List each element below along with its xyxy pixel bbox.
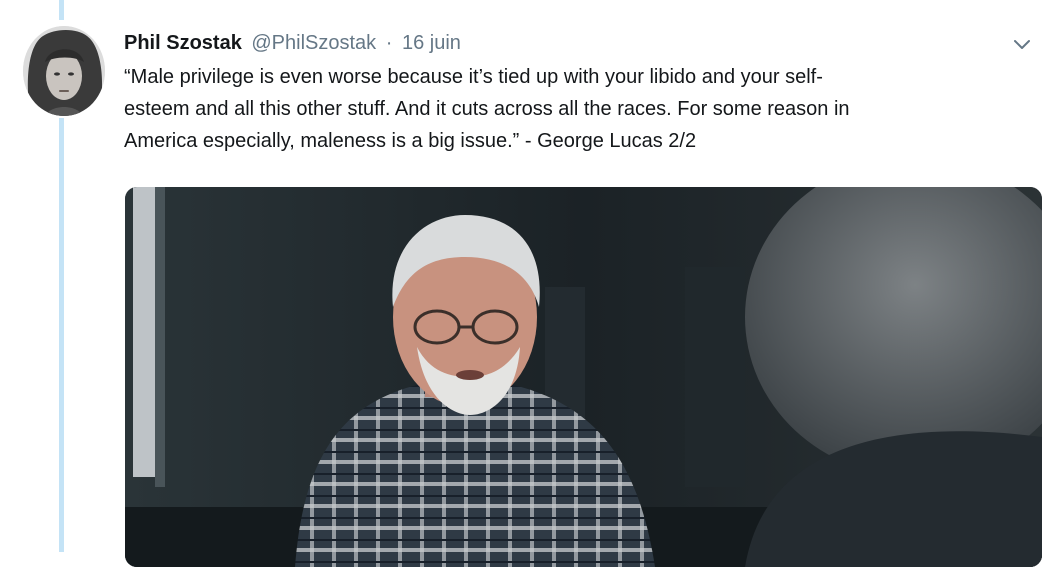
tweet-text-line: esteem and all this other stuff. And it … bbox=[124, 98, 850, 120]
avatar-image bbox=[23, 26, 105, 116]
author-name[interactable]: Phil Szostak bbox=[124, 32, 242, 54]
photo-image bbox=[125, 187, 1042, 567]
tweet-text-line: “Male privilege is even worse because it… bbox=[124, 66, 823, 88]
thread-line-bottom bbox=[59, 118, 64, 552]
tweet-photo[interactable] bbox=[125, 187, 1042, 567]
thread-line-top bbox=[59, 0, 64, 20]
tweet-header: Phil Szostak @PhilSzostak · 16 juin bbox=[124, 30, 1060, 58]
chevron-down-icon[interactable] bbox=[1010, 34, 1034, 54]
tweet-text-line: America especially, maleness is a big is… bbox=[124, 130, 697, 152]
avatar[interactable] bbox=[23, 26, 105, 116]
author-handle[interactable]: @PhilSzostak bbox=[251, 32, 376, 54]
tweet-timestamp[interactable]: 16 juin bbox=[402, 32, 461, 54]
header-separator: · bbox=[385, 32, 393, 54]
tweet-text: “Male privilege is even worse because it… bbox=[124, 61, 1044, 157]
